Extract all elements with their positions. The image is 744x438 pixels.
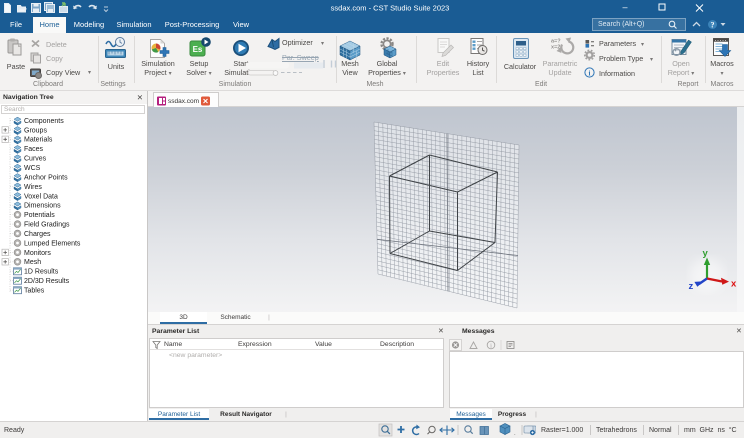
svg-text:Dimensions: Dimensions [24, 203, 61, 210]
svg-text:Materials: Materials [24, 137, 53, 144]
svg-text:i: i [490, 343, 492, 350]
svg-text:.: . [514, 431, 516, 437]
svg-text:z: z [689, 281, 694, 292]
svg-text:–: – [622, 2, 627, 12]
svg-text:Curves: Curves [24, 156, 47, 163]
svg-text:1D Results: 1D Results [24, 269, 59, 276]
svg-text:Potentials: Potentials [24, 212, 55, 219]
svg-text:Charges: Charges [24, 231, 51, 238]
svg-text:Voxel Data: Voxel Data [24, 193, 58, 200]
svg-text:2D/3D Results: 2D/3D Results [24, 278, 70, 285]
svg-text:Faces: Faces [24, 146, 44, 153]
svg-text:?: ? [711, 21, 715, 30]
svg-text:Groups: Groups [24, 127, 47, 134]
svg-text:Wires: Wires [24, 184, 42, 191]
svg-text:WCS: WCS [24, 165, 41, 172]
svg-text:Field Gradings: Field Gradings [24, 222, 70, 229]
svg-text:y: y [703, 248, 709, 259]
svg-text:x: x [731, 279, 737, 290]
svg-text:Lumped Elements: Lumped Elements [24, 240, 81, 247]
svg-text:Anchor Points: Anchor Points [24, 174, 68, 181]
svg-text:Mesh: Mesh [24, 259, 41, 266]
svg-text:Components: Components [24, 118, 64, 125]
svg-text:Monitors: Monitors [24, 250, 51, 257]
svg-text:ssdax.com - CST Studio Suite 2: ssdax.com - CST Studio Suite 2023 [331, 4, 450, 13]
svg-text:Tables: Tables [24, 288, 45, 295]
